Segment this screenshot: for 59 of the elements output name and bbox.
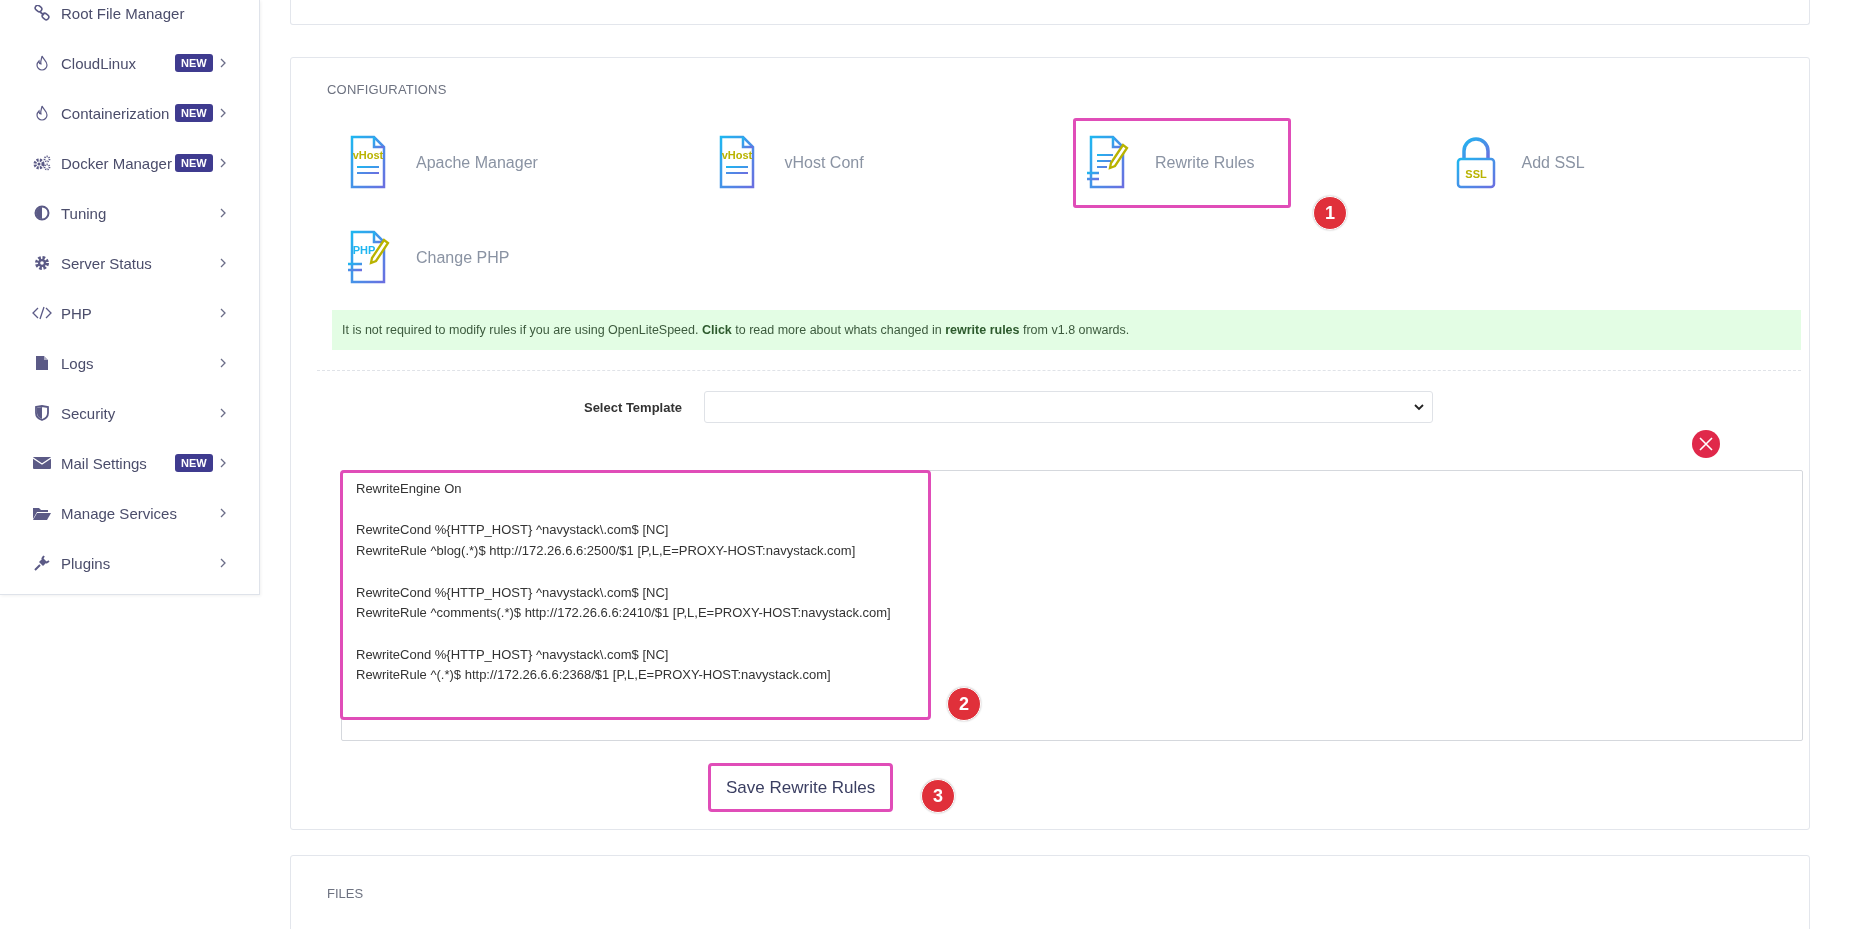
sidebar-item[interactable]: Server Status — [0, 238, 259, 288]
new-badge: NEW — [175, 454, 213, 472]
icon-label: vHost — [721, 149, 752, 161]
save-rewrite-rules-button[interactable]: Save Rewrite Rules — [708, 763, 894, 812]
sidebar-item[interactable]: CloudLinux NEW — [0, 38, 259, 88]
menu-item-icon — [34, 5, 50, 21]
sidebar-item-label: CloudLinux — [61, 54, 138, 72]
sidebar-item-label: Mail Settings — [61, 454, 148, 472]
sidebar-item-label: Root File Manager — [61, 4, 185, 22]
sidebar-item-label: Manage Services — [61, 504, 177, 522]
menu-item-icon — [34, 205, 50, 221]
sidebar-item[interactable]: Plugins — [0, 538, 259, 588]
section-title: CONFIGURATIONS — [327, 82, 448, 99]
document-pencil-icon — [1087, 135, 1129, 189]
sidebar-item-label: Security — [61, 404, 117, 422]
menu-item-icon — [33, 155, 51, 171]
menu-item-icon — [34, 555, 50, 571]
menu-item-icon — [35, 405, 49, 421]
icon-label: vHost — [352, 149, 384, 161]
sidebar-item[interactable]: Containerization NEW — [0, 88, 259, 138]
dropdown-caret-icon — [1414, 403, 1424, 411]
sidebar-item-label: Server Status — [61, 254, 153, 272]
sidebar-item-label: Logs — [61, 354, 95, 372]
step-number-badge: 1 — [1313, 196, 1347, 230]
sidebar-item[interactable]: Mail Settings NEW — [0, 438, 259, 488]
new-badge: NEW — [175, 54, 213, 72]
menu-item-icon — [34, 105, 50, 121]
icon-label: PHP — [352, 244, 376, 256]
sidebar-item[interactable]: Root File Manager — [0, 0, 259, 38]
notice-message: It is not required to modify rules if you are using OpenLiteSpeed. Click to read more about whats changed in rewrite rules from v1.8 onwards. — [332, 310, 1801, 350]
step-number-badge: 2 — [947, 687, 981, 721]
menu-item-icon — [32, 505, 52, 521]
sidebar-item[interactable]: Tuning — [0, 188, 259, 238]
sidebar-item[interactable]: Docker Manager NEW — [0, 138, 259, 188]
field-label: Select Template — [582, 399, 683, 415]
sidebar-item[interactable]: Logs — [0, 338, 259, 388]
menu-item-icon — [34, 55, 50, 71]
sidebar-item-label: Containerization — [61, 104, 171, 122]
new-badge: NEW — [175, 154, 213, 172]
sidebar-item-label: Plugins — [61, 554, 112, 572]
sidebar-item-label: Tuning — [61, 204, 108, 222]
document-icon — [719, 135, 754, 189]
close-icon[interactable] — [1691, 429, 1721, 459]
menu-item-icon — [33, 456, 51, 470]
document-icon — [350, 135, 386, 189]
padlock-icon — [1456, 137, 1495, 189]
sidebar-item[interactable]: Manage Services — [0, 488, 259, 538]
menu-item-icon — [34, 255, 50, 271]
sidebar-item[interactable]: PHP — [0, 288, 259, 338]
document-pencil-icon — [348, 230, 390, 284]
sidebar-item-label: Docker Manager — [61, 154, 172, 172]
menu-item-icon — [32, 305, 52, 321]
section-title: FILES — [327, 886, 364, 901]
step-number-badge: 3 — [921, 779, 955, 813]
sidebar-item[interactable]: Security — [0, 388, 259, 438]
sidebar-item-label: PHP — [61, 304, 93, 322]
menu-item-icon — [35, 355, 49, 371]
icon-label: SSL — [1464, 168, 1487, 180]
new-badge: NEW — [175, 104, 213, 122]
